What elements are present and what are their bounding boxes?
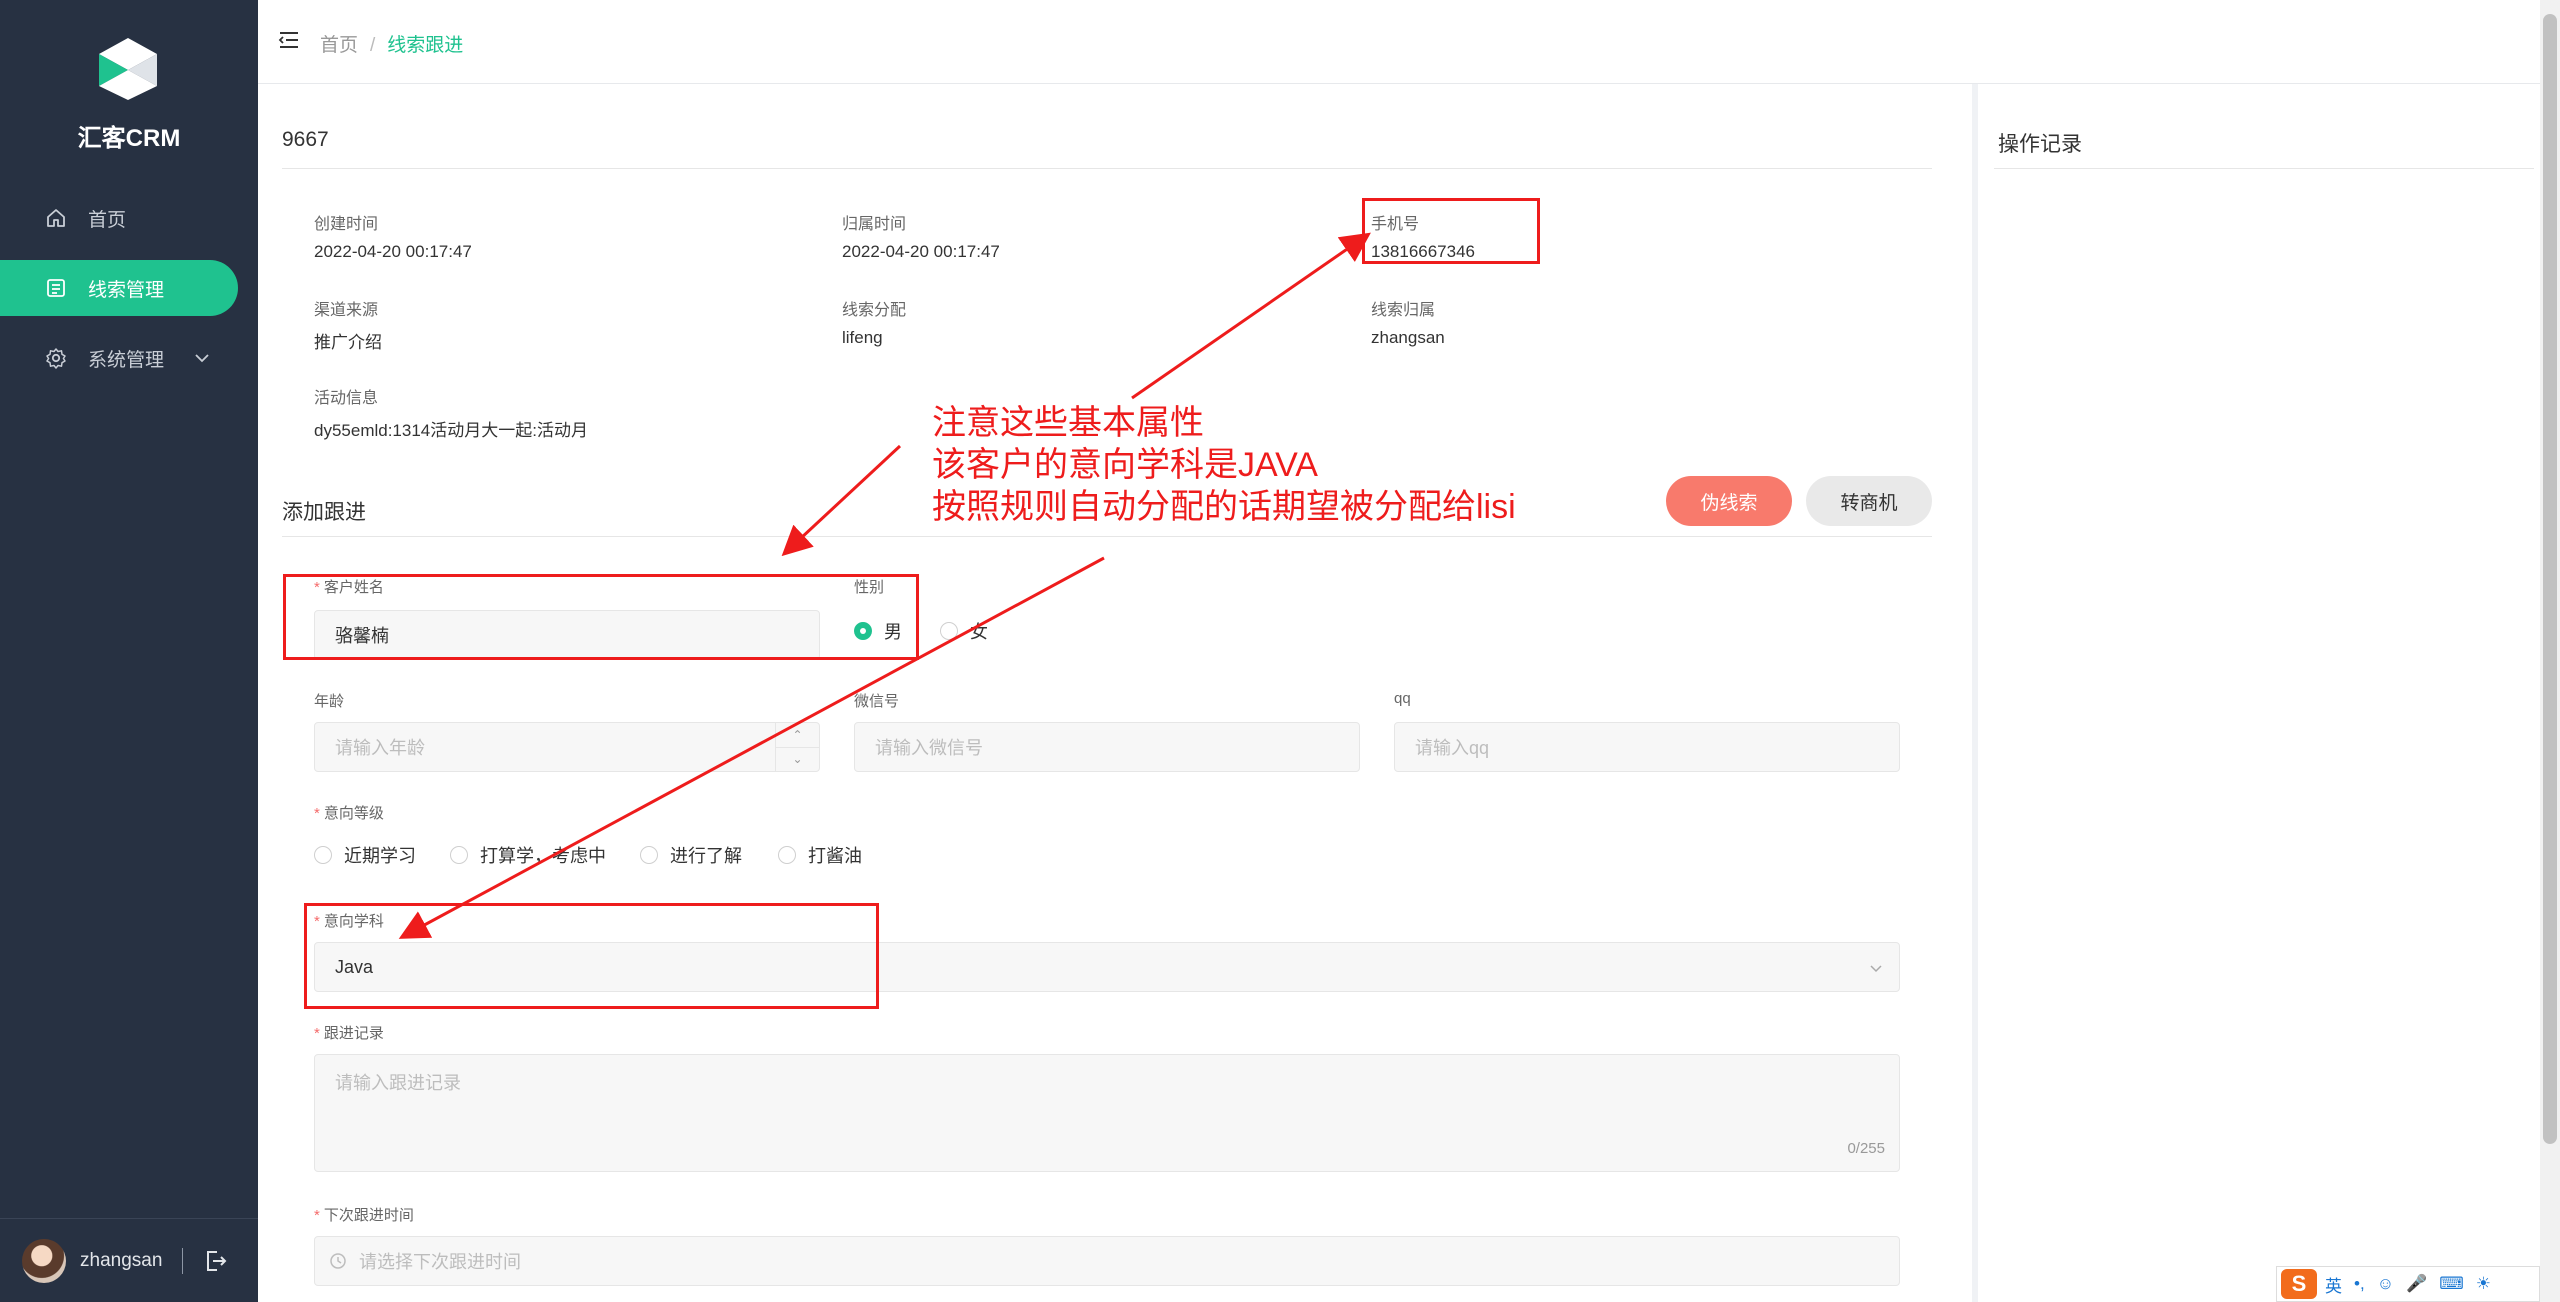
wechat-label: 微信号 [854,693,900,710]
intent-level-option[interactable]: 打算学，考虑中 [450,842,606,868]
breadcrumb-separator: / [370,35,376,56]
gender-radio-female[interactable]: 女 [940,618,988,644]
annotation-line: 注意这些基本属性 [932,404,1204,442]
chevron-down-icon [1870,965,1882,973]
intent-level-option[interactable]: 打酱油 [778,842,862,868]
sidebar-item-label: 线索管理 [88,279,165,301]
divider [282,536,1932,537]
owner-value: zhangsan [1371,328,1445,347]
activity-value: dy55emld:1314活动月大一起:活动月 [314,421,588,440]
skin-icon[interactable]: ☀ [2476,1274,2491,1294]
age-label: 年龄 [314,693,345,710]
activity-label: 活动信息 [314,390,379,407]
intent-level-label: * 意向等级 [314,805,384,822]
microphone-icon[interactable]: 🎤 [2406,1274,2427,1294]
annotation-line: 按照规则自动分配的话期望被分配给lisi [932,488,1516,526]
qq-input[interactable]: 请输入qq [1394,722,1900,772]
owner-label: 线索归属 [1371,302,1436,319]
radio-unchecked-icon [314,846,332,864]
keyboard-icon[interactable]: ⌨ [2439,1274,2464,1294]
age-stepper[interactable]: ⌃ ⌄ [775,723,819,771]
radio-unchecked-icon [778,846,796,864]
sogou-logo-icon: S [2281,1269,2317,1299]
age-input[interactable]: 请输入年龄 ⌃ ⌄ [314,722,820,772]
record-label: * 跟进记录 [314,1025,384,1042]
sidebar-item-label: 首页 [88,209,127,231]
convert-opportunity-button[interactable]: 转商机 [1806,476,1932,526]
document-list-icon [44,276,68,300]
char-counter: 0/255 [1847,1140,1885,1157]
stepper-up-icon[interactable]: ⌃ [776,723,819,748]
annotation-note: 注意这些基本属性 该客户的意向学科是JAVA 按照规则自动分配的话期望被分配给l… [932,402,1516,528]
avatar[interactable] [22,1238,66,1283]
wechat-input[interactable]: 请输入微信号 [854,722,1360,772]
qq-placeholder: 请输入qq [1415,738,1490,758]
topbar: 首页 / 线索跟进 [258,0,2540,84]
false-lead-button[interactable]: 伪线索 [1666,476,1792,526]
punctuation-icon[interactable]: •, [2354,1274,2365,1294]
chevron-down-icon [195,354,209,363]
lead-detail-panel: 9667 创建时间 2022-04-20 00:17:47 归属时间 2022-… [258,84,1972,1302]
user-name: zhangsan [80,1249,163,1271]
sidebar-item-home[interactable]: 首页 [0,190,238,246]
sidebar-item-system[interactable]: 系统管理 [0,330,238,386]
breadcrumb-home[interactable]: 首页 [320,35,358,56]
breadcrumb: 首页 / 线索跟进 [320,30,463,57]
radio-unchecked-icon [640,846,658,864]
sidebar-item-leads[interactable]: 线索管理 [0,260,238,316]
dispatch-label: 线索分配 [842,302,907,319]
home-icon [44,206,68,230]
annotation-box-name-gender [283,574,919,660]
record-textarea[interactable]: 请输入跟进记录 0/255 [314,1054,1900,1172]
dispatch-value: lifeng [842,328,883,347]
page-title: 9667 [282,128,329,151]
huike-logo-icon [99,38,157,100]
sidebar: 汇客CRM 首页 线索管理 系统管理 zhangsan [0,0,258,1302]
gear-icon [44,346,68,370]
next-time-placeholder: 请选择下次跟进时间 [359,1252,521,1272]
record-placeholder: 请输入跟进记录 [335,1073,461,1093]
ime-lang-toggle[interactable]: 英 [2325,1272,2342,1297]
stepper-down-icon[interactable]: ⌄ [776,748,819,772]
channel-label: 渠道来源 [314,302,379,319]
age-placeholder: 请输入年龄 [335,738,425,758]
assigned-time-label: 归属时间 [842,216,907,233]
annotation-box-subject [304,903,879,1009]
sidebar-item-label: 系统管理 [88,349,165,371]
radio-unchecked-icon [450,846,468,864]
divider [282,168,1932,169]
sidebar-user-bar: zhangsan [0,1218,258,1302]
next-time-label: * 下次跟进时间 [314,1207,414,1224]
created-time-value: 2022-04-20 00:17:47 [314,242,472,261]
assigned-time-value: 2022-04-20 00:17:47 [842,242,1000,261]
section-title: 添加跟进 [282,501,366,524]
qq-label: qq [1394,690,1411,707]
annotation-box-phone [1362,198,1540,264]
radio-unchecked-icon [940,622,958,640]
breadcrumb-current: 线索跟进 [387,35,464,56]
operation-log-title: 操作记录 [1998,133,2082,156]
divider [182,1247,184,1274]
operation-log-panel: 操作记录 [1972,84,2540,1302]
annotation-line: 该客户的意向学科是JAVA [932,446,1318,484]
wechat-placeholder: 请输入微信号 [875,738,983,758]
brand-name: 汇客CRM [77,125,181,152]
divider [1994,168,2534,169]
intent-level-option[interactable]: 进行了解 [640,842,742,868]
ime-toolbar[interactable]: S 英 •, ☺ 🎤 ⌨ ☀ [2276,1266,2540,1302]
menu-fold-icon[interactable] [278,30,300,50]
clock-icon [330,1253,346,1269]
logout-icon[interactable] [203,1248,229,1274]
channel-value: 推广介绍 [314,333,382,352]
next-time-picker[interactable]: 请选择下次跟进时间 [314,1236,1900,1286]
created-time-label: 创建时间 [314,216,379,233]
intent-level-option[interactable]: 近期学习 [314,842,416,868]
emoji-icon[interactable]: ☺ [2377,1274,2394,1294]
scrollbar-thumb[interactable] [2543,14,2557,1144]
